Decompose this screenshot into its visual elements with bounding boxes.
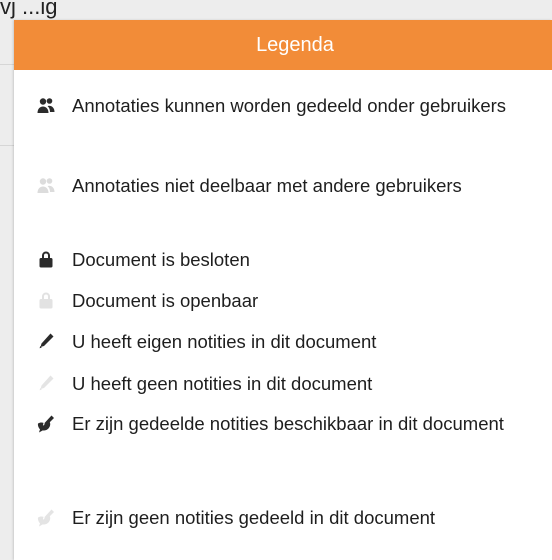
legend-popover: Legenda Annotaties kunnen worden gedeeld… xyxy=(14,20,552,560)
pencil-icon xyxy=(36,373,56,393)
shared-pencil-icon xyxy=(36,508,56,528)
legend-item-label: U heeft eigen notities in dit document xyxy=(72,331,377,352)
shared-pencil-icon xyxy=(36,414,56,434)
legend-item-label: Er zijn gedeelde notities beschikbaar in… xyxy=(72,413,504,434)
legend-item-label: Document is besloten xyxy=(72,249,250,270)
legend-header: Legenda xyxy=(14,20,552,70)
legend-item-label: Er zijn geen notities gedeeld in dit doc… xyxy=(72,507,436,528)
legend-item-label: Annotaties kunnen worden gedeeld onder g… xyxy=(72,95,507,116)
legend-item-label: Document is openbaar xyxy=(72,290,259,311)
legend-item-label: U heeft geen notities in dit document xyxy=(72,373,373,394)
lock-icon xyxy=(36,249,56,269)
users-icon xyxy=(36,96,56,116)
lock-icon xyxy=(36,290,56,310)
pencil-icon xyxy=(36,331,56,351)
legend-title: Legenda xyxy=(256,33,334,56)
legend-item-label: Annotaties niet deelbaar met andere gebr… xyxy=(72,175,462,196)
background-partial-text: vj ...ig xyxy=(0,0,58,19)
users-icon xyxy=(36,176,56,196)
